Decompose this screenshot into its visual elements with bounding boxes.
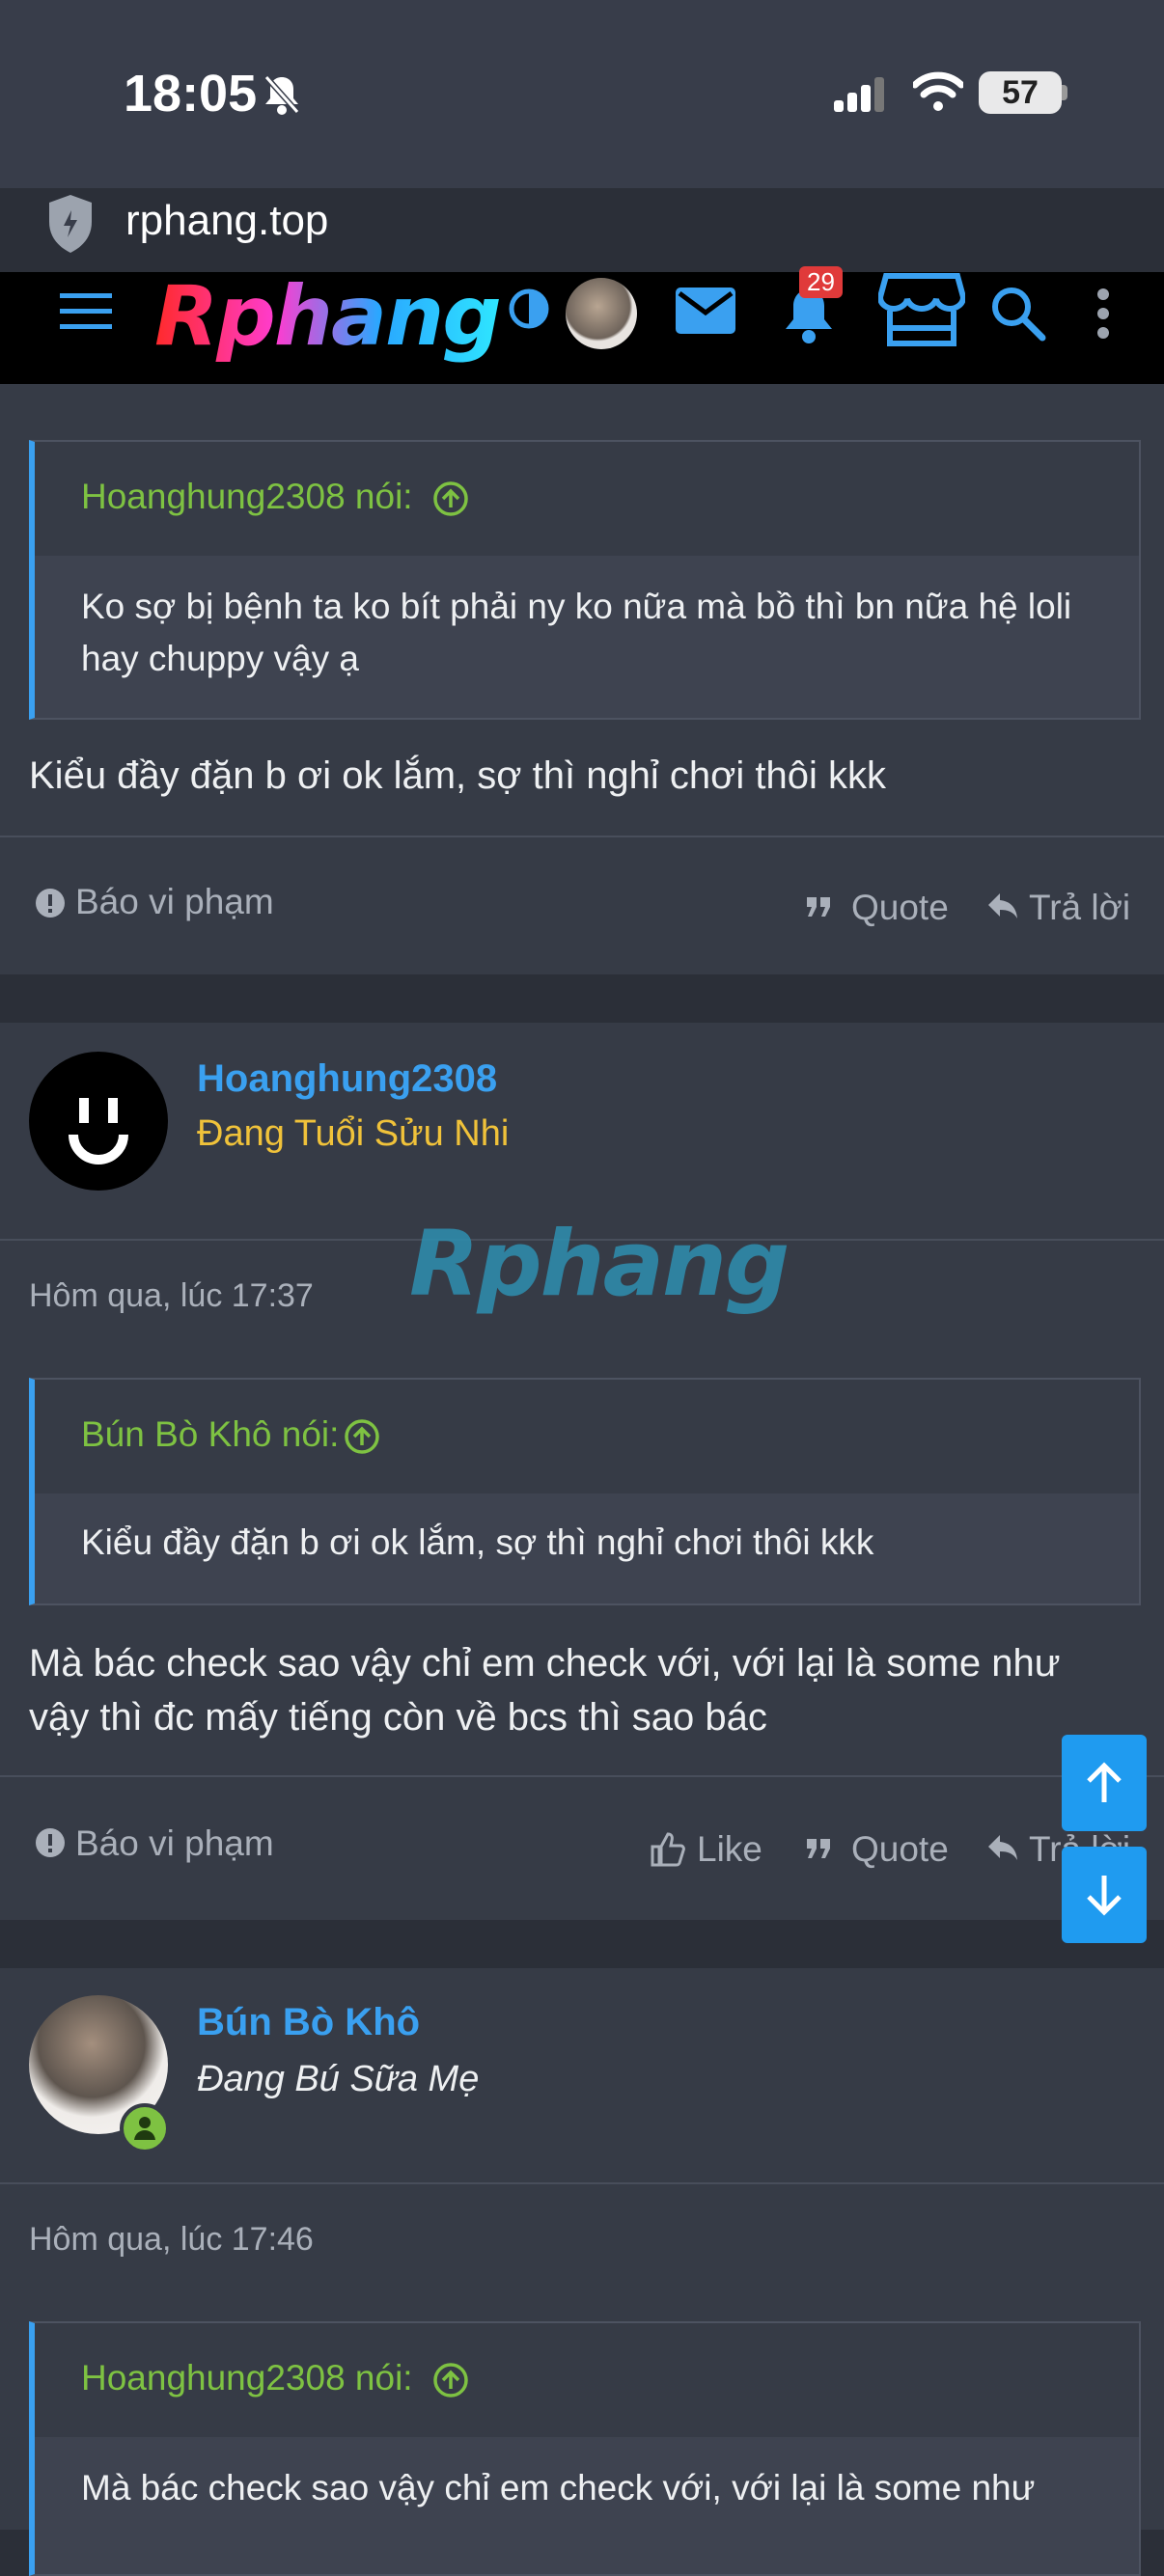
battery-tip (1062, 85, 1067, 100)
watermark-logo: Rphang (409, 1212, 790, 1317)
report-icon[interactable] (35, 1827, 66, 1858)
scroll-top-button[interactable] (1062, 1735, 1147, 1831)
wifi-icon (913, 71, 963, 111)
divider (0, 2182, 1164, 2184)
post-1-message: Kiểu đầy đặn b ơi ok lắm, sợ thì nghỉ ch… (29, 754, 887, 797)
reply-icon[interactable] (986, 1833, 1019, 1862)
mail-icon[interactable] (674, 286, 737, 336)
notification-badge: 29 (799, 266, 843, 298)
menu-icon[interactable] (58, 289, 114, 334)
divider (0, 836, 1164, 837)
arrow-up-icon (1087, 1762, 1122, 1802)
search-icon[interactable] (990, 286, 1046, 342)
scroll-bottom-button[interactable] (1062, 1847, 1147, 1943)
post-date[interactable]: Hôm qua, lúc 17:46 (29, 2221, 314, 2259)
quote-author[interactable]: Hoanghung2308 nói: (81, 477, 413, 517)
user-avatar[interactable] (566, 278, 637, 349)
shield-icon (49, 195, 92, 253)
quote-icon[interactable] (805, 895, 832, 918)
quote-text: Mà bác check sao vậy chỉ em check với, v… (81, 2468, 1036, 2507)
user-title: Đang Bú Sữa Mẹ (197, 2059, 480, 2099)
theme-toggle-icon[interactable] (508, 288, 550, 330)
report-link[interactable]: Báo vi phạm (75, 1823, 274, 1864)
store-icon[interactable] (878, 272, 965, 349)
online-status-icon (120, 2103, 170, 2153)
battery-indicator: 57 (979, 71, 1062, 114)
post-date[interactable]: Hôm qua, lúc 17:37 (29, 1277, 314, 1315)
avatar[interactable] (29, 1052, 168, 1191)
post-1-quote: Hoanghung2308 nói: Ko sợ bị bệnh ta ko b… (29, 440, 1141, 720)
arrow-down-icon (1087, 1876, 1122, 1916)
divider (0, 1775, 1164, 1777)
user-icon (134, 2117, 155, 2140)
clock: 18:05 (124, 65, 258, 123)
smiley-icon (69, 1098, 128, 1165)
quote-author[interactable]: Hoanghung2308 nói: (81, 2358, 413, 2398)
reply-icon[interactable] (986, 891, 1019, 920)
quote-text: Ko sợ bị bệnh ta ko bít phải ny ko nữa m… (81, 587, 1072, 678)
like-button[interactable]: Like (697, 1829, 762, 1870)
username[interactable]: Bún Bò Khô (197, 2001, 420, 2044)
user-title: Đang Tuổi Sửu Nhi (197, 1113, 510, 1154)
quote-button[interactable]: Quote (851, 1829, 949, 1870)
site-logo[interactable]: Rphang (154, 268, 502, 365)
post-2-message: Mà bác check sao vậy chỉ em check với, v… (29, 1642, 1061, 1739)
arrow-up-circle-icon[interactable] (344, 1418, 380, 1455)
report-icon[interactable] (35, 888, 66, 918)
reply-button[interactable]: Trả lời (1029, 888, 1130, 928)
post-3-quote: Hoanghung2308 nói: Mà bác check sao vậy … (29, 2321, 1141, 2576)
bell-muted-icon (263, 75, 300, 115)
arrow-up-circle-icon[interactable] (432, 480, 469, 517)
url-bar[interactable]: rphang.top (125, 197, 328, 245)
quote-text: Kiểu đầy đặn b ơi ok lắm, sợ thì nghỉ ch… (81, 1522, 874, 1562)
quote-author[interactable]: Bún Bò Khô nói: (81, 1414, 339, 1455)
quote-icon[interactable] (805, 1837, 832, 1860)
username[interactable]: Hoanghung2308 (197, 1057, 497, 1101)
more-options-icon[interactable] (1096, 288, 1110, 340)
cellular-signal-icon (834, 77, 884, 112)
arrow-up-circle-icon[interactable] (432, 2362, 469, 2398)
post-2-quote: Bún Bò Khô nói: Kiểu đầy đặn b ơi ok lắm… (29, 1378, 1141, 1605)
thumbs-up-icon[interactable] (649, 1831, 685, 1868)
quote-button[interactable]: Quote (851, 888, 949, 928)
report-link[interactable]: Báo vi phạm (75, 882, 274, 922)
